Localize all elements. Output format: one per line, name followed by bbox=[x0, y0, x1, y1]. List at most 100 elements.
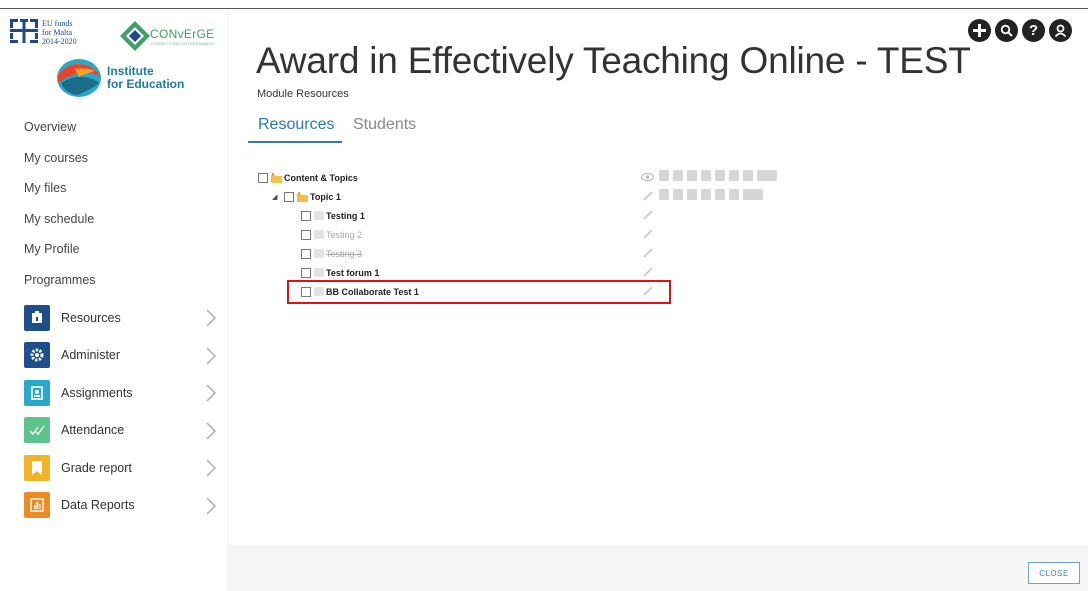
page-action-icon[interactable] bbox=[701, 189, 711, 200]
quiz-action-icon[interactable] bbox=[715, 189, 725, 200]
nav-my-profile[interactable]: My Profile bbox=[24, 241, 96, 272]
nav-my-schedule[interactable]: My schedule bbox=[24, 211, 96, 242]
close-button[interactable]: CLOSE bbox=[1028, 562, 1080, 584]
converge-subtext: CONNECTING GOVERNMENT bbox=[150, 41, 216, 46]
resource-type-icon bbox=[314, 230, 324, 239]
page-action-icon[interactable] bbox=[715, 170, 725, 181]
chart-icon bbox=[24, 492, 50, 519]
pencil-icon[interactable] bbox=[642, 228, 654, 240]
menu-label: Grade report bbox=[61, 460, 132, 475]
bookmark-icon bbox=[24, 454, 50, 481]
user-icon[interactable] bbox=[1049, 19, 1072, 42]
tab-resources[interactable]: Resources bbox=[258, 116, 334, 134]
chevron-right-icon bbox=[206, 459, 216, 477]
tab-students[interactable]: Students bbox=[353, 116, 416, 134]
main-nav: Overview My courses My files My schedule… bbox=[24, 119, 96, 302]
menu-item-data-reports[interactable]: Data Reports bbox=[24, 487, 224, 525]
nav-my-files[interactable]: My files bbox=[24, 180, 96, 211]
resource-icon bbox=[24, 304, 50, 331]
nav-overview[interactable]: Overview bbox=[24, 119, 96, 150]
chevron-right-icon bbox=[206, 384, 216, 402]
resource-action-icon[interactable] bbox=[673, 189, 683, 200]
tree-row-item: Testing 2 bbox=[301, 225, 362, 244]
chevron-right-icon bbox=[206, 309, 216, 327]
partner-logos: EU funds for Malta 2014-2020 CONvErGE CO… bbox=[10, 15, 225, 55]
menu-label: Assignments bbox=[61, 385, 133, 400]
resource-type-icon bbox=[314, 249, 324, 258]
resource-action-icon[interactable] bbox=[687, 170, 697, 181]
root-action-bar bbox=[659, 170, 777, 182]
institute-for-education-logo-icon bbox=[57, 59, 101, 97]
gear-icon bbox=[24, 342, 50, 369]
checkbox[interactable] bbox=[301, 210, 311, 221]
checkbox[interactable] bbox=[301, 267, 311, 278]
forum-action-icon[interactable] bbox=[701, 170, 711, 181]
menu-item-grade-report[interactable]: Grade report bbox=[24, 449, 224, 487]
page-subtitle: Module Resources bbox=[257, 88, 349, 100]
resource-type-icon bbox=[314, 211, 324, 220]
chevron-right-icon bbox=[206, 497, 216, 514]
module-menu: Resources Administer Assignments Attenda… bbox=[24, 299, 224, 524]
assignment-action-icon[interactable] bbox=[743, 189, 763, 200]
tree-label[interactable]: Content & Topics bbox=[284, 173, 358, 183]
quiz-action-icon[interactable] bbox=[729, 170, 739, 181]
checkbox[interactable] bbox=[258, 172, 268, 183]
chevron-right-icon bbox=[206, 422, 216, 439]
pencil-icon[interactable] bbox=[642, 247, 654, 259]
converge-logo-icon bbox=[120, 21, 150, 51]
tree-label[interactable]: Test forum 1 bbox=[326, 268, 379, 278]
converge-wordmark: CONvErGE bbox=[150, 27, 215, 41]
forum-action-icon[interactable] bbox=[687, 189, 697, 200]
tree-row-item: Testing 3 bbox=[301, 244, 362, 263]
folder-action-icon[interactable] bbox=[673, 170, 683, 181]
video-action-icon[interactable] bbox=[743, 170, 753, 181]
nav-programmes[interactable]: Programmes bbox=[24, 272, 96, 303]
menu-label: Attendance bbox=[61, 423, 125, 438]
eu-funds-logo-icon bbox=[10, 19, 38, 43]
collapse-toggle-icon[interactable]: ◢ bbox=[272, 193, 284, 201]
menu-label: Resources bbox=[61, 310, 121, 325]
folder-icon bbox=[297, 191, 308, 202]
active-tab-underline bbox=[248, 141, 342, 143]
menu-item-assignments[interactable]: Assignments bbox=[24, 374, 224, 412]
eu-funds-text: EU funds for Malta 2014-2020 bbox=[42, 19, 77, 46]
pencil-icon[interactable] bbox=[642, 266, 654, 278]
page-title: Award in Effectively Teaching Online - T… bbox=[256, 40, 971, 81]
menu-label: Administer bbox=[61, 348, 121, 363]
topic-action-bar bbox=[659, 189, 763, 201]
sidebar: EU funds for Malta 2014-2020 CONvErGE CO… bbox=[0, 9, 228, 591]
add-item-icon[interactable] bbox=[659, 170, 669, 181]
checkbox[interactable] bbox=[301, 229, 311, 240]
tree-row-item: Testing 1 bbox=[301, 206, 365, 225]
institute-for-education-text: Institute for Education bbox=[107, 64, 185, 91]
menu-item-attendance[interactable]: Attendance bbox=[24, 412, 224, 450]
assignment-action-icon[interactable] bbox=[757, 170, 777, 181]
menu-item-resources[interactable]: Resources bbox=[24, 299, 224, 337]
tree-label[interactable]: Topic 1 bbox=[310, 192, 341, 202]
folder-icon bbox=[271, 172, 282, 183]
assignment-icon bbox=[24, 379, 50, 406]
help-icon[interactable]: ? bbox=[1022, 19, 1045, 42]
plus-icon[interactable] bbox=[968, 19, 991, 42]
tree-label[interactable]: Testing 2 bbox=[326, 230, 362, 240]
footer-bar bbox=[228, 545, 1088, 591]
pencil-icon[interactable] bbox=[642, 190, 654, 202]
check-icon bbox=[24, 417, 50, 444]
top-toolbar: ? bbox=[968, 19, 1088, 43]
tree-row-topic: ◢ Topic 1 bbox=[272, 187, 341, 206]
video-action-icon[interactable] bbox=[729, 189, 739, 200]
checkbox[interactable] bbox=[284, 191, 294, 202]
nav-my-courses[interactable]: My courses bbox=[24, 150, 96, 181]
checkbox[interactable] bbox=[301, 248, 311, 259]
tree-row-root: Content & Topics bbox=[258, 168, 358, 187]
chevron-right-icon bbox=[206, 347, 216, 364]
menu-item-administer[interactable]: Administer bbox=[24, 337, 224, 375]
add-item-icon[interactable] bbox=[659, 189, 669, 200]
tree-label[interactable]: Testing 3 bbox=[326, 249, 362, 259]
menu-label: Data Reports bbox=[61, 498, 135, 513]
eye-icon[interactable] bbox=[641, 172, 654, 182]
pencil-icon[interactable] bbox=[642, 209, 654, 221]
tree-label[interactable]: Testing 1 bbox=[326, 211, 365, 221]
search-icon[interactable] bbox=[995, 19, 1018, 42]
forum-type-icon bbox=[314, 268, 324, 277]
